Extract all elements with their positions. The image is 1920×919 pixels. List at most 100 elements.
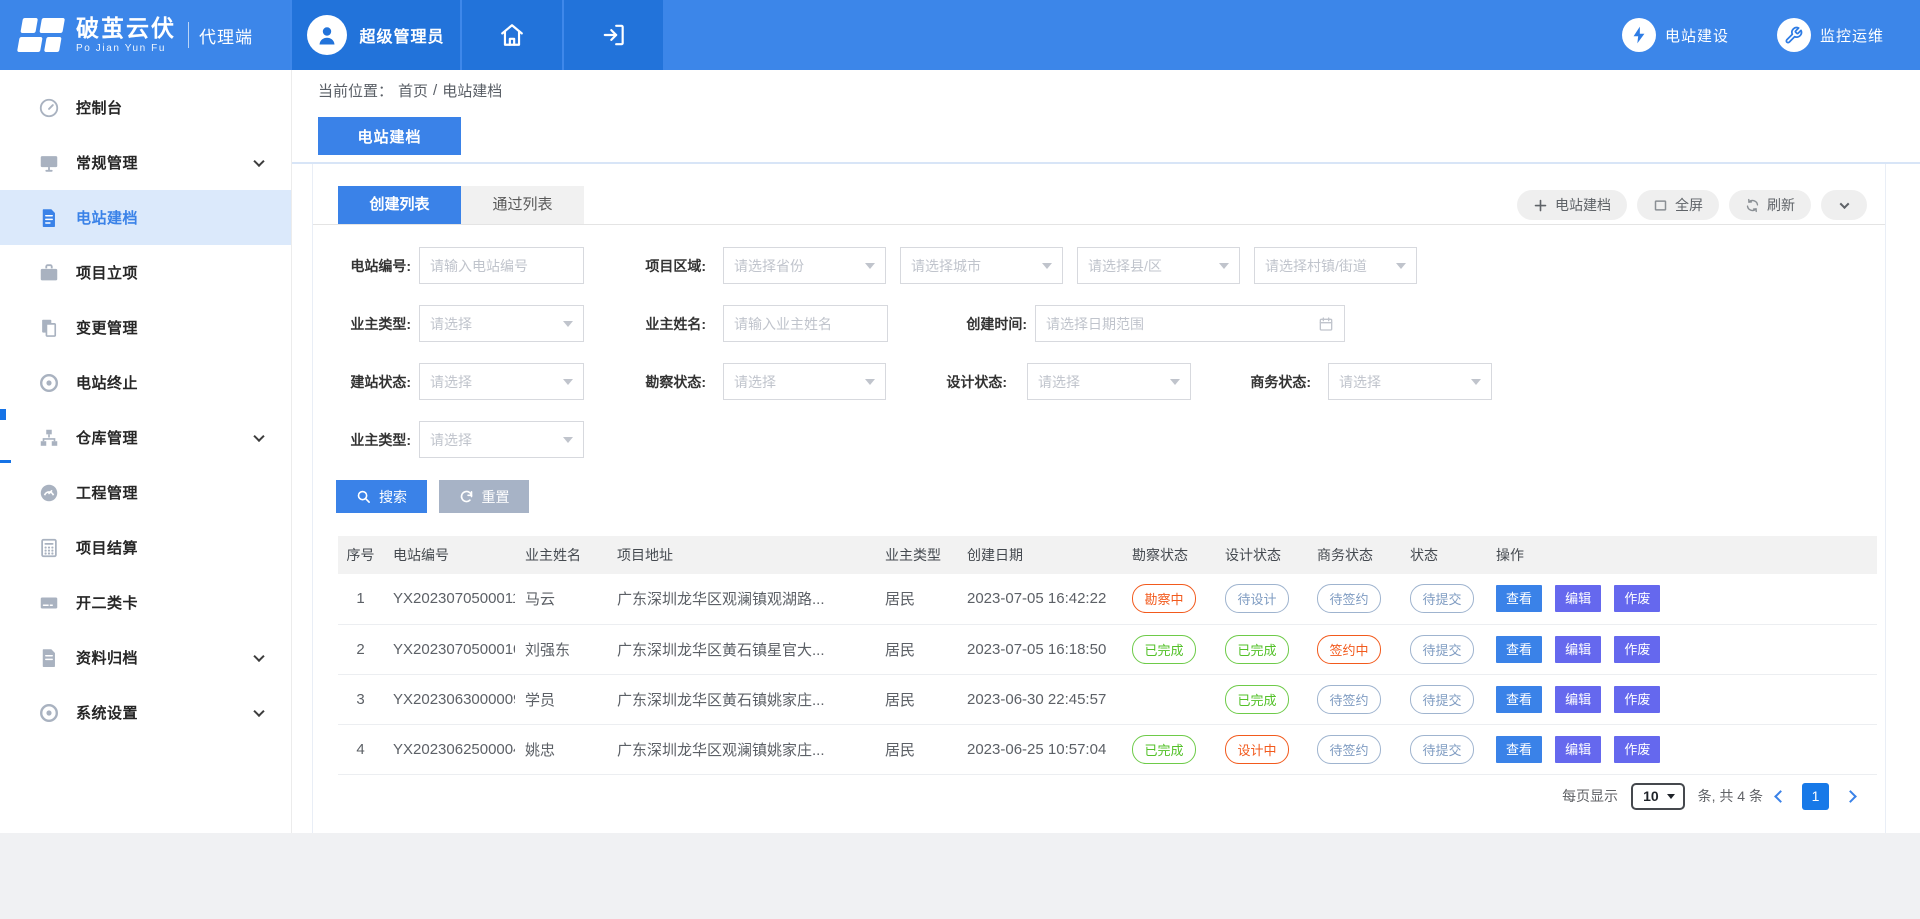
tab-created-list[interactable]: 创建列表 (338, 186, 461, 224)
caret-down-icon (563, 379, 573, 390)
address-cell: 广东深圳龙华区观澜镇姚家庄... (607, 724, 875, 774)
design-status-select[interactable]: 请选择 (1027, 363, 1191, 400)
survey-status-badge: 已完成 (1132, 635, 1196, 664)
scrollbar-fragment (0, 460, 11, 463)
status-badge: 待提交 (1410, 685, 1474, 714)
sidebar-item-engineering-mgmt[interactable]: 工程管理 (0, 465, 291, 520)
city-select[interactable]: 请选择城市 (900, 247, 1063, 284)
filter-form: 电站编号: 项目区域: 请选择省份 请选择城市 请选择县/区 (313, 225, 1885, 458)
caret-down-icon (1219, 263, 1229, 274)
page-number-button[interactable]: 1 (1802, 783, 1829, 810)
chevron-down-icon (1839, 199, 1849, 209)
chevron-down-icon (253, 155, 264, 166)
sidebar-item-type2-card[interactable]: 开二类卡 (0, 575, 291, 630)
create-station-button[interactable]: 电站建档 (1517, 190, 1627, 220)
breadcrumb-home[interactable]: 首页 (398, 80, 428, 101)
filter-label: 业主类型: (333, 430, 419, 450)
sidebar-item-project-initiation[interactable]: 项目立项 (0, 245, 291, 300)
home-button[interactable] (460, 0, 562, 70)
reset-icon (459, 489, 474, 504)
chevron-down-icon (253, 705, 264, 716)
next-page-button[interactable] (1844, 790, 1857, 803)
per-page-label: 每页显示 (1562, 786, 1618, 806)
town-select[interactable]: 请选择村镇/街道 (1254, 247, 1417, 284)
view-button[interactable]: 查看 (1496, 736, 1542, 763)
collapse-toolbar-button[interactable] (1821, 190, 1867, 220)
business-status-badge: 签约中 (1317, 635, 1381, 664)
col-address: 项目地址 (607, 536, 875, 574)
fullscreen-button[interactable]: 全屏 (1637, 190, 1719, 220)
chevron-down-icon (253, 430, 264, 441)
sidebar: 控制台 常规管理 电站建档 (0, 70, 292, 833)
sidebar-item-change-mgmt[interactable]: 变更管理 (0, 300, 291, 355)
owner-type2-select[interactable]: 请选择 (419, 421, 584, 458)
view-button[interactable]: 查看 (1496, 585, 1542, 612)
fullscreen-icon (1653, 198, 1668, 213)
logout-button[interactable] (562, 0, 663, 70)
build-status-select[interactable]: 请选择 (419, 363, 584, 400)
status-badge: 待提交 (1410, 635, 1474, 664)
survey-status-badge: 已完成 (1132, 735, 1196, 764)
created-date-range-picker[interactable]: 请选择日期范围 (1035, 305, 1345, 342)
edit-button[interactable]: 编辑 (1555, 585, 1601, 612)
view-button[interactable]: 查看 (1496, 636, 1542, 663)
row-no: 3 (338, 674, 383, 724)
caret-down-icon (1667, 794, 1675, 803)
edit-button[interactable]: 编辑 (1555, 686, 1601, 713)
caret-down-icon (563, 321, 573, 332)
sidebar-item-warehouse-mgmt[interactable]: 仓库管理 (0, 410, 291, 465)
list-tabs: 创建列表 通过列表 (338, 186, 584, 224)
edit-button[interactable]: 编辑 (1555, 736, 1601, 763)
sidebar-item-data-archive[interactable]: 资料归档 (0, 630, 291, 685)
user-icon (315, 23, 339, 47)
sidebar-item-project-settlement[interactable]: 项目结算 (0, 520, 291, 575)
edit-button[interactable]: 编辑 (1555, 636, 1601, 663)
status-badge: 待提交 (1410, 735, 1474, 764)
sidebar-item-general-mgmt[interactable]: 常规管理 (0, 135, 291, 190)
created-cell: 2023-06-30 22:45:57 (957, 674, 1122, 724)
refresh-button[interactable]: 刷新 (1729, 190, 1811, 220)
portal-label: 代理端 (199, 23, 253, 48)
void-button[interactable]: 作废 (1614, 686, 1660, 713)
void-button[interactable]: 作废 (1614, 636, 1660, 663)
nav-monitoring-ops[interactable]: 监控运维 (1777, 18, 1884, 52)
caret-down-icon (1170, 379, 1180, 390)
view-button[interactable]: 查看 (1496, 686, 1542, 713)
page-tab-station-archive[interactable]: 电站建档 (318, 117, 461, 155)
owner-name-input[interactable] (723, 305, 888, 342)
void-button[interactable]: 作废 (1614, 736, 1660, 763)
chevron-down-icon (253, 650, 264, 661)
owner-type-select[interactable]: 请选择 (419, 305, 584, 342)
sidebar-item-station-archive[interactable]: 电站建档 (0, 190, 291, 245)
survey-status-badge: 勘察中 (1132, 584, 1196, 613)
design-status-badge: 已完成 (1225, 635, 1289, 664)
void-button[interactable]: 作废 (1614, 585, 1660, 612)
app-window: 破茧云伏 Po Jian Yun Fu 代理端 超级管理员 (0, 0, 1920, 919)
col-survey-status: 勘察状态 (1122, 536, 1215, 574)
filter-label: 商务状态: (1191, 372, 1319, 392)
stations-table: 序号 电站编号 业主姓名 项目地址 业主类型 创建日期 勘察状态 设计状态 商务… (338, 536, 1877, 775)
circle-dot-icon (38, 372, 60, 394)
panel-toolbar: 电站建档 全屏 刷新 (1517, 190, 1867, 224)
county-select[interactable]: 请选择县/区 (1077, 247, 1240, 284)
sidebar-item-dashboard[interactable]: 控制台 (0, 80, 291, 135)
province-select[interactable]: 请选择省份 (723, 247, 886, 284)
sidebar-item-system-settings[interactable]: 系统设置 (0, 685, 291, 740)
search-button[interactable]: 搜索 (336, 480, 427, 513)
business-status-select[interactable]: 请选择 (1328, 363, 1492, 400)
pagination: 每页显示 10 条, 共 4 条 1 (313, 783, 1855, 810)
nav-station-construction[interactable]: 电站建设 (1622, 18, 1729, 52)
sidebar-item-station-termination[interactable]: 电站终止 (0, 355, 291, 410)
calculator-icon (38, 537, 60, 559)
tab-passed-list[interactable]: 通过列表 (461, 186, 584, 224)
user-menu[interactable]: 超级管理员 (290, 0, 460, 70)
calendar-icon (1318, 316, 1334, 332)
main-content: 当前位置： 首页 / 电站建档 电站建档 创建列表 通过列表 电站建档 (292, 70, 1920, 833)
reset-button[interactable]: 重置 (439, 480, 529, 513)
owner-type-cell: 居民 (875, 674, 957, 724)
station-code-input[interactable] (419, 247, 584, 284)
survey-status-select[interactable]: 请选择 (723, 363, 886, 400)
address-cell: 广东深圳龙华区黄石镇姚家庄... (607, 674, 875, 724)
per-page-select[interactable]: 10 (1631, 783, 1685, 810)
prev-page-button[interactable] (1774, 790, 1787, 803)
